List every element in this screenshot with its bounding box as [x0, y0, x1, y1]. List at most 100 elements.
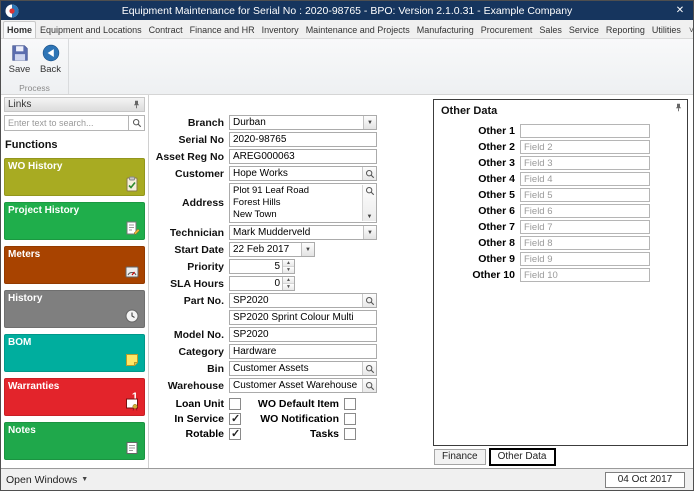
ribbon-tab-contract[interactable]: Contract — [146, 22, 186, 38]
part-no-lookup[interactable]: SP2020 — [229, 293, 377, 308]
sidebar-item-wo-history[interactable]: WO History — [4, 158, 145, 196]
title-bar: Equipment Maintenance for Serial No : 20… — [1, 1, 693, 20]
ribbon-collapse-icon[interactable]: ˅ — [689, 25, 693, 35]
lookup-search-icon[interactable] — [362, 362, 376, 375]
history-label: History — [8, 293, 43, 304]
ribbon-tab-equipment-and-locations[interactable]: Equipment and Locations — [37, 22, 145, 38]
ribbon-tab-manufacturing[interactable]: Manufacturing — [414, 22, 477, 38]
ribbon-tab-utilities[interactable]: Utilities — [649, 22, 684, 38]
branch-select[interactable]: Durban ▼ — [229, 115, 377, 130]
sla-hours-stepper[interactable]: 0 ▲ ▼ — [229, 276, 295, 291]
back-button[interactable]: Back — [36, 42, 65, 82]
other-9-input[interactable] — [520, 252, 650, 266]
branch-label: Branch — [187, 116, 224, 129]
save-button-label: Save — [8, 64, 31, 75]
in-service-checkbox[interactable] — [229, 412, 241, 425]
ribbon-tab-inventory[interactable]: Inventory — [259, 22, 302, 38]
sidebar-item-meters[interactable]: Meters — [4, 246, 145, 284]
other-6-input[interactable] — [520, 204, 650, 218]
other-2-input[interactable] — [520, 140, 650, 154]
lookup-search-icon[interactable] — [362, 379, 376, 392]
back-icon — [42, 44, 60, 62]
other-5-input[interactable] — [520, 188, 650, 202]
ribbon-tab-row: Home Equipment and Locations Contract Fi… — [1, 20, 693, 39]
sticky-note-icon — [124, 352, 140, 368]
other-4-input[interactable] — [520, 172, 650, 186]
loan-unit-checkbox[interactable] — [229, 398, 241, 410]
search-button[interactable] — [129, 115, 145, 131]
lookup-search-icon[interactable] — [362, 167, 376, 180]
open-windows-button[interactable]: Open Windows ▼ — [6, 474, 88, 486]
address-lookup[interactable]: Plot 91 Leaf Road Forest Hills New Town … — [229, 183, 377, 223]
spin-down-icon: ▼ — [283, 284, 294, 290]
save-icon — [11, 44, 29, 62]
sidebar-item-notes[interactable]: Notes — [4, 422, 145, 460]
other-3-input[interactable] — [520, 156, 650, 170]
status-date-field[interactable]: 04 Oct 2017 — [605, 471, 685, 488]
asset-reg-no-input[interactable] — [229, 149, 377, 164]
tab-other-data[interactable]: Other Data — [488, 448, 556, 466]
window-title: Equipment Maintenance for Serial No : 20… — [121, 4, 573, 17]
ribbon-tab-procurement[interactable]: Procurement — [478, 22, 536, 38]
other-10-input[interactable] — [520, 268, 650, 282]
wo-default-item-checkbox[interactable] — [344, 398, 356, 410]
category-input[interactable] — [229, 344, 377, 359]
address-chevron-down-icon[interactable]: ▼ — [367, 214, 373, 220]
equipment-form: Branch Durban ▼ Serial No Asset Reg No C… — [149, 95, 431, 468]
address-search-icon[interactable] — [365, 186, 375, 196]
chevron-down-icon[interactable]: ▼ — [363, 226, 376, 239]
ribbon-tab-reporting[interactable]: Reporting — [603, 22, 648, 38]
other-1-label: Other 1 — [478, 125, 515, 137]
tasks-checkbox[interactable] — [344, 428, 356, 440]
ribbon-tab-sales[interactable]: Sales — [536, 22, 565, 38]
sidebar-item-warranties[interactable]: Warranties 1 — [4, 378, 145, 416]
other-7-input[interactable] — [520, 220, 650, 234]
other-data-region: Other Data Other 1 Other 2 Other 3 Other… — [431, 95, 693, 468]
serial-no-input[interactable] — [229, 132, 377, 147]
spinner-icons[interactable]: ▲ ▼ — [282, 277, 294, 290]
priority-label: Priority — [187, 260, 224, 273]
technician-value: Mark Mudderveld — [233, 227, 311, 238]
ribbon-tab-maintenance-and-projects[interactable]: Maintenance and Projects — [303, 22, 413, 38]
model-no-input[interactable] — [229, 327, 377, 342]
pin-icon[interactable] — [132, 100, 141, 109]
rotable-checkbox[interactable] — [229, 427, 241, 440]
save-button[interactable]: Save — [5, 42, 34, 82]
warehouse-lookup[interactable]: Customer Asset Warehouse — [229, 378, 377, 393]
lookup-search-icon[interactable] — [362, 294, 376, 307]
other-8-input[interactable] — [520, 236, 650, 250]
start-date-picker[interactable]: 22 Feb 2017 ▼ — [229, 242, 315, 257]
close-icon[interactable]: ✕ — [671, 5, 689, 16]
pin-icon[interactable] — [674, 103, 683, 112]
priority-stepper[interactable]: 5 ▲ ▼ — [229, 259, 295, 274]
sidebar-search — [4, 115, 145, 131]
ribbon-tab-finance-and-hr[interactable]: Finance and HR — [187, 22, 258, 38]
chevron-down-icon[interactable]: ▼ — [301, 243, 314, 256]
spin-up-icon: ▲ — [283, 277, 294, 284]
search-icon — [132, 118, 141, 128]
part-description-input[interactable] — [229, 310, 377, 325]
wo-default-item-label: WO Default Item — [257, 398, 339, 410]
sidebar-item-history[interactable]: History — [4, 290, 145, 328]
customer-label: Customer — [174, 167, 224, 180]
technician-label: Technician — [169, 226, 224, 239]
other-1-input[interactable] — [520, 124, 650, 138]
bin-lookup[interactable]: Customer Assets — [229, 361, 377, 376]
sidebar-item-bom[interactable]: BOM — [4, 334, 145, 372]
ribbon-tab-home[interactable]: Home — [3, 21, 37, 38]
meter-icon — [124, 264, 140, 280]
loan-unit-label: Loan Unit — [175, 398, 224, 410]
spinner-icons[interactable]: ▲ ▼ — [282, 260, 294, 273]
asset-reg-no-label: Asset Reg No — [155, 150, 224, 163]
sidebar-item-project-history[interactable]: Project History — [4, 202, 145, 240]
sidebar-search-input[interactable] — [4, 115, 129, 131]
customer-lookup[interactable]: Hope Works — [229, 166, 377, 181]
wo-notification-checkbox[interactable] — [344, 413, 356, 425]
technician-select[interactable]: Mark Mudderveld ▼ — [229, 225, 377, 240]
other-6-label: Other 6 — [478, 205, 515, 217]
ribbon-tab-service[interactable]: Service — [566, 22, 602, 38]
chevron-down-icon[interactable]: ▼ — [363, 116, 376, 129]
functions-heading: Functions — [5, 139, 58, 151]
back-button-label: Back — [39, 64, 62, 75]
tab-finance[interactable]: Finance — [434, 449, 486, 465]
